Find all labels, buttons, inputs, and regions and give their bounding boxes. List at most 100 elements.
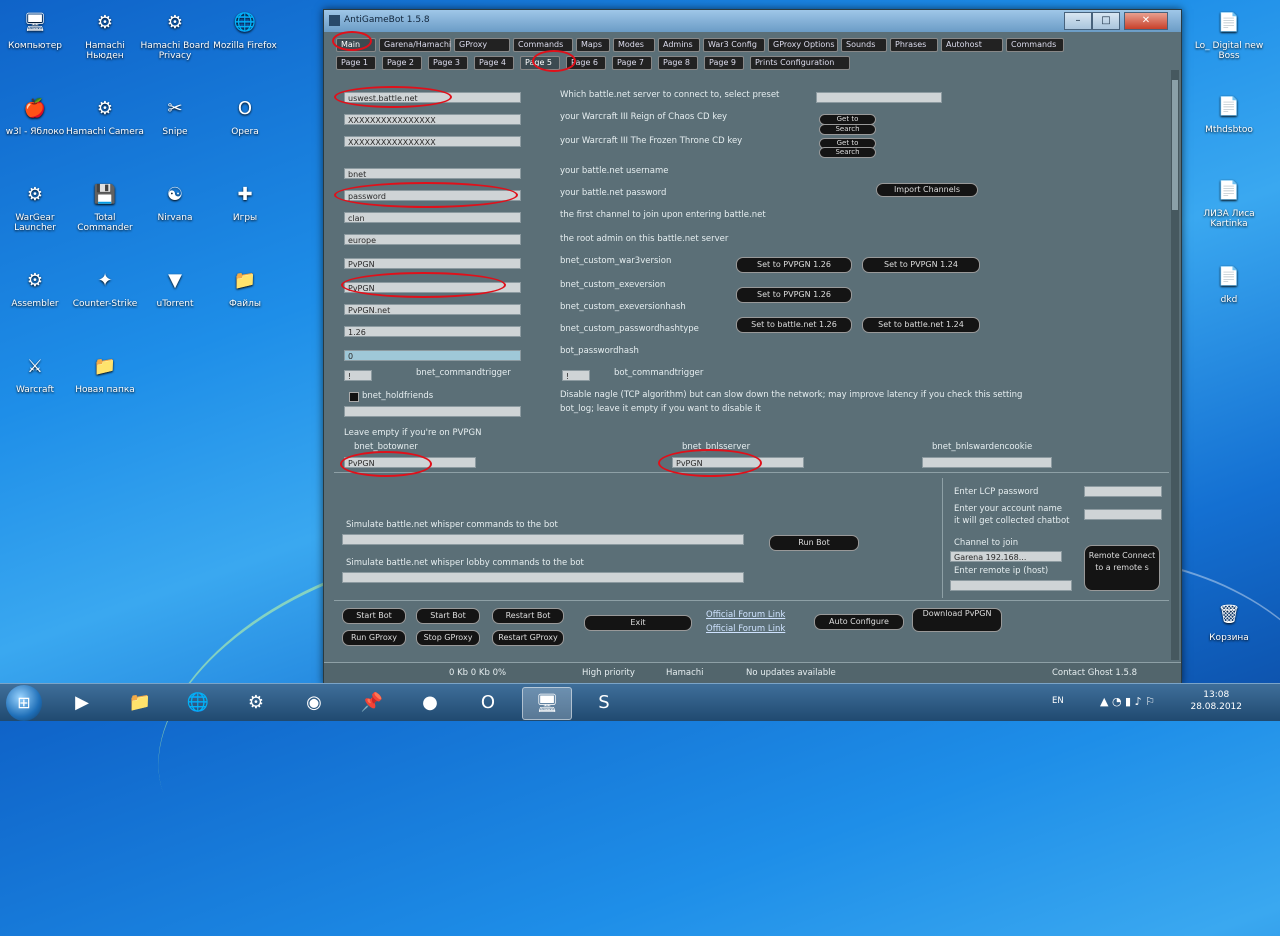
tab-0[interactable]: Main: [336, 38, 376, 52]
taskbar-app-2[interactable]: 🌐: [174, 687, 222, 718]
remote-connect-button[interactable]: Remote Connect to a remote s: [1084, 545, 1160, 591]
taskbar-app-1[interactable]: 📁: [116, 687, 164, 718]
setting-field-7[interactable]: PvPGN: [344, 258, 521, 269]
commandtrigger-field[interactable]: !: [344, 370, 372, 381]
taskbar-app-9[interactable]: S: [580, 687, 628, 718]
desktop-icon[interactable]: ⚙ Hamachi Ньюден: [66, 8, 144, 61]
footer-button-1[interactable]: Start Bot: [416, 608, 480, 624]
desktop-icon[interactable]: 📁 Файлы: [206, 266, 284, 309]
desktop-icon[interactable]: 📄 Mthdsbtoo: [1190, 92, 1268, 135]
setting-field-10[interactable]: 1.26: [344, 326, 521, 337]
tab-1[interactable]: Garena/Hamachi: [379, 38, 451, 52]
taskbar-app-5[interactable]: 📌: [348, 687, 396, 718]
desktop-icon[interactable]: ✦ Counter-Strike: [66, 266, 144, 309]
server-preset-dropdown[interactable]: [816, 92, 942, 103]
footer-button-0[interactable]: Start Bot: [342, 608, 406, 624]
run-bot-button[interactable]: Run Bot: [769, 535, 859, 551]
cd-key-button-3[interactable]: Search: [819, 147, 876, 158]
setting-field-6[interactable]: europe: [344, 234, 521, 245]
setting-field-8[interactable]: PvPGN: [344, 282, 521, 293]
desktop-icon[interactable]: 📄 Lo_ Digital new Boss: [1190, 8, 1268, 61]
tab-4[interactable]: Maps: [576, 38, 610, 52]
version-preset-button-2[interactable]: Set to PVPGN 1.26: [736, 287, 852, 303]
setting-field-9[interactable]: PvPGN.net: [344, 304, 521, 315]
footer-button-5[interactable]: Restart GProxy: [492, 630, 564, 646]
subtab-9[interactable]: Prints Configuration: [750, 56, 850, 70]
desktop-icon[interactable]: ⚙ Hamachi Camera: [66, 94, 144, 137]
close-button[interactable]: ✕: [1124, 12, 1168, 30]
remote-input[interactable]: [950, 580, 1072, 591]
forum-link-0[interactable]: Official Forum Link: [706, 610, 785, 620]
desktop-icon[interactable]: 🖥 Компьютер: [0, 8, 74, 51]
tab-12[interactable]: Commands: [1006, 38, 1064, 52]
setting-field-2[interactable]: XXXXXXXXXXXXXXXX: [344, 136, 521, 147]
holdfriends-field[interactable]: [344, 406, 521, 417]
tab-5[interactable]: Modes: [613, 38, 655, 52]
desktop-icon[interactable]: 📁 Новая папка: [66, 352, 144, 395]
desktop-icon[interactable]: O Opera: [206, 94, 284, 137]
bot-commandtrigger-field[interactable]: !: [562, 370, 590, 381]
footer-button-2[interactable]: Restart Bot: [492, 608, 564, 624]
tab-2[interactable]: GProxy: [454, 38, 510, 52]
clock[interactable]: 13:08 28.08.2012: [1190, 689, 1242, 713]
holdfriends-checkbox[interactable]: [349, 392, 359, 402]
desktop-icon[interactable]: 🌐 Mozilla Firefox: [206, 8, 284, 51]
setting-field-11[interactable]: 0: [344, 350, 521, 361]
whisper-input[interactable]: [342, 534, 744, 545]
lcp-input[interactable]: [1084, 486, 1162, 497]
tab-7[interactable]: War3 Config: [703, 38, 765, 52]
version-preset-button-0[interactable]: Set to PVPGN 1.26: [736, 257, 852, 273]
desktop-icon[interactable]: 🍎 w3l - Яблоко: [0, 94, 74, 137]
lobby-whisper-input[interactable]: [342, 572, 744, 583]
subtab-4[interactable]: Page 5: [520, 56, 560, 70]
setting-field-5[interactable]: clan: [344, 212, 521, 223]
scrollbar[interactable]: [1171, 70, 1179, 660]
desktop-icon[interactable]: ✂ Snipe: [136, 94, 214, 137]
footer-action-0[interactable]: Auto Configure: [814, 614, 904, 630]
desktop-icon[interactable]: 🗑 Корзина: [1190, 600, 1268, 643]
subtab-3[interactable]: Page 4: [474, 56, 514, 70]
tab-10[interactable]: Phrases: [890, 38, 938, 52]
bottom-field-2[interactable]: [922, 457, 1052, 468]
scrollbar-thumb[interactable]: [1172, 80, 1178, 210]
setting-field-0[interactable]: uswest.battle.net: [344, 92, 521, 103]
tab-6[interactable]: Admins: [658, 38, 700, 52]
taskbar-app-8[interactable]: 🖥: [522, 687, 572, 720]
desktop-icon[interactable]: ⚙ Hamachi Board Privacy: [136, 8, 214, 61]
desktop-icon[interactable]: ▼ uTorrent: [136, 266, 214, 309]
subtab-7[interactable]: Page 8: [658, 56, 698, 70]
footer-button-3[interactable]: Run GProxy: [342, 630, 406, 646]
maximize-button[interactable]: □: [1092, 12, 1120, 30]
title-bar[interactable]: AntiGameBot 1.5.8 – □ ✕: [324, 10, 1181, 32]
subtab-2[interactable]: Page 3: [428, 56, 468, 70]
cd-key-button-1[interactable]: Search: [819, 124, 876, 135]
desktop-icon[interactable]: 💾 Total Commander: [66, 180, 144, 233]
import-channels-button[interactable]: Import Channels: [876, 183, 978, 197]
footer-button-4[interactable]: Stop GProxy: [416, 630, 480, 646]
desktop-icon[interactable]: 📄 dkd: [1190, 262, 1268, 305]
language-indicator[interactable]: EN: [1052, 696, 1064, 706]
tab-3[interactable]: Commands: [513, 38, 573, 52]
taskbar-app-6[interactable]: ●: [406, 687, 454, 718]
desktop-icon[interactable]: ☯ Nirvana: [136, 180, 214, 223]
subtab-6[interactable]: Page 7: [612, 56, 652, 70]
minimize-button[interactable]: –: [1064, 12, 1092, 30]
tab-11[interactable]: Autohost: [941, 38, 1003, 52]
setting-field-4[interactable]: password: [344, 190, 521, 201]
version-preset-button-4[interactable]: Set to battle.net 1.24: [862, 317, 980, 333]
version-preset-button-1[interactable]: Set to PVPGN 1.24: [862, 257, 980, 273]
desktop-icon[interactable]: ⚙ WarGear Launcher: [0, 180, 74, 233]
desktop-icon[interactable]: ⚔ Warcraft: [0, 352, 74, 395]
subtab-8[interactable]: Page 9: [704, 56, 744, 70]
desktop-icon[interactable]: ⚙ Assembler: [0, 266, 74, 309]
tray-icons[interactable]: ▲ ◔ ▮ ♪ ⚐: [1100, 695, 1155, 708]
version-preset-button-3[interactable]: Set to battle.net 1.26: [736, 317, 852, 333]
taskbar-app-0[interactable]: ▶: [58, 687, 106, 718]
desktop-icon[interactable]: 📄 ЛИЗА Лиса Kartinka: [1190, 176, 1268, 229]
taskbar-app-3[interactable]: ⚙: [232, 687, 280, 718]
bottom-field-1[interactable]: PvPGN: [672, 457, 804, 468]
setting-field-1[interactable]: XXXXXXXXXXXXXXXX: [344, 114, 521, 125]
tab-9[interactable]: Sounds: [841, 38, 887, 52]
taskbar-app-7[interactable]: O: [464, 687, 512, 718]
channel-dropdown[interactable]: Garena 192.168...: [950, 551, 1062, 562]
